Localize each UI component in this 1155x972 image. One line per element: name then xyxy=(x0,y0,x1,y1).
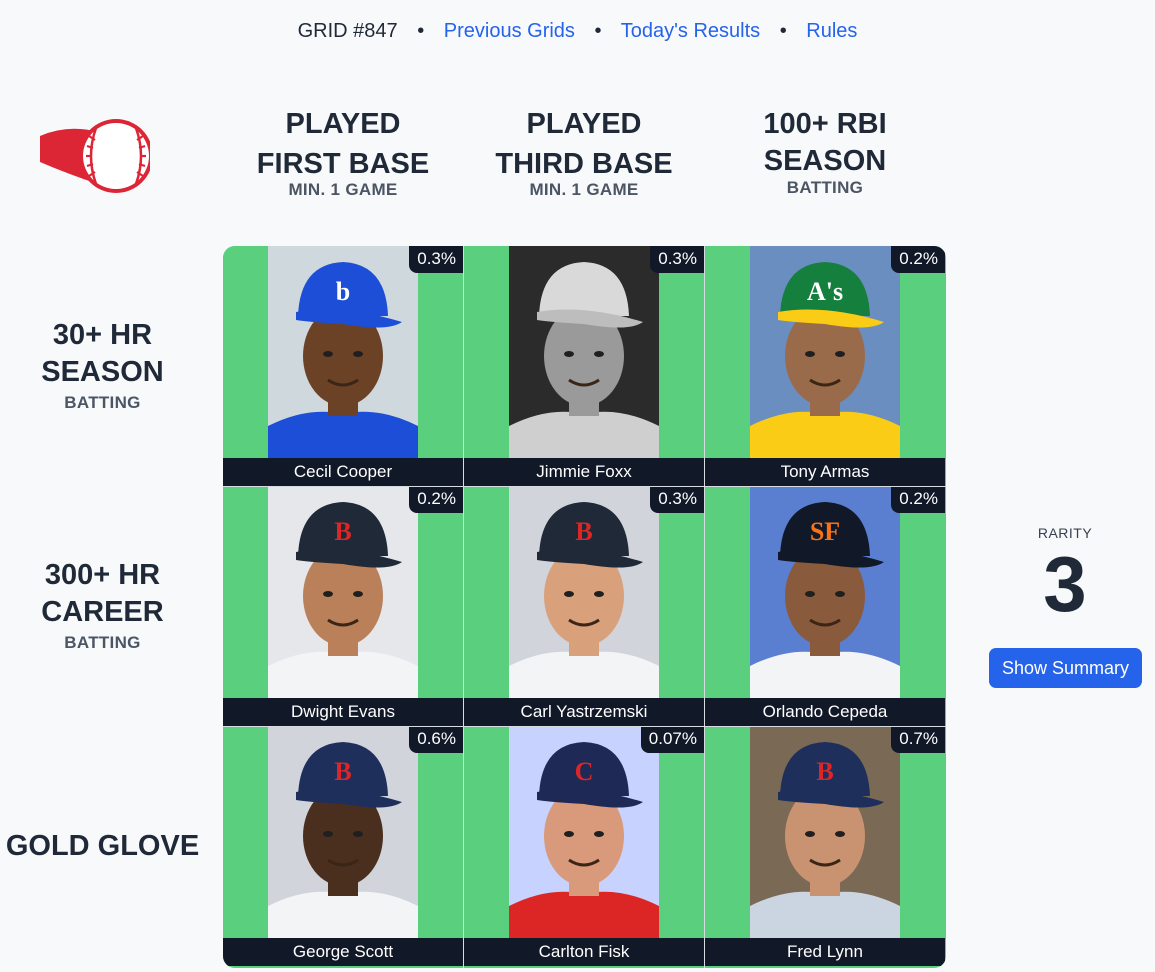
nav-separator: • xyxy=(594,20,602,42)
pick-percentage-badge: 0.6% xyxy=(409,726,463,753)
column-subtitle: BATTING xyxy=(786,178,864,197)
player-photo: B xyxy=(750,726,900,938)
player-name: Jimmie Foxx xyxy=(464,458,704,486)
top-nav: GRID #847 • Previous Grids • Today's Res… xyxy=(0,20,1155,43)
player-photo: C xyxy=(509,726,659,938)
grid-cell[interactable]: B 0.6% George Scott xyxy=(223,726,463,966)
column-title: SEASON xyxy=(763,145,887,177)
player-name: George Scott xyxy=(223,938,463,966)
baseball-flag-logo[interactable] xyxy=(38,114,156,198)
row-subtitle: BATTING xyxy=(64,633,141,652)
pick-percentage-badge: 0.2% xyxy=(891,246,945,273)
column-header-3: 100+ RBI SEASON BATTING xyxy=(705,106,945,198)
player-photo xyxy=(509,246,659,458)
grid-divider xyxy=(223,486,946,487)
cap-logo: B xyxy=(334,517,351,546)
todays-results-link[interactable]: Today's Results xyxy=(621,20,760,42)
rules-link[interactable]: Rules xyxy=(806,20,857,42)
row-title: GOLD GLOVE xyxy=(5,830,200,862)
player-name: Fred Lynn xyxy=(705,938,945,966)
player-photo: B xyxy=(268,726,418,938)
cap-logo: A's xyxy=(807,277,843,306)
player-name: Carlton Fisk xyxy=(464,938,704,966)
pick-percentage-badge: 0.3% xyxy=(650,246,704,273)
row-title: SEASON xyxy=(41,356,164,388)
player-photo: B xyxy=(268,486,418,698)
grid-cell[interactable]: B 0.7% Fred Lynn xyxy=(705,726,945,966)
column-title: FIRST BASE xyxy=(256,148,430,180)
rarity-panel: RARITY 3 xyxy=(985,525,1145,627)
pick-percentage-badge: 0.2% xyxy=(409,486,463,513)
show-summary-button[interactable]: Show Summary xyxy=(989,648,1142,688)
grid-number: GRID #847 xyxy=(297,20,398,42)
grid-divider xyxy=(463,246,464,968)
player-name: Tony Armas xyxy=(705,458,945,486)
nav-separator: • xyxy=(779,20,787,42)
row-title: CAREER xyxy=(41,596,164,628)
cap-logo: SF xyxy=(810,517,840,546)
pick-percentage-badge: 0.07% xyxy=(640,726,704,753)
player-name: Carl Yastrzemski xyxy=(464,698,704,726)
nav-separator: • xyxy=(417,20,425,42)
grid-divider xyxy=(704,246,705,968)
cap-logo: B xyxy=(334,757,351,786)
immaculate-grid: b 0.3% Cecil Cooper 0.3% Jimmie Foxx A's 0.2% T… xyxy=(223,246,946,968)
grid-cell[interactable]: B 0.2% Dwight Evans xyxy=(223,486,463,726)
previous-grids-link[interactable]: Previous Grids xyxy=(444,20,575,42)
row-header-3: GOLD GLOVE xyxy=(0,828,205,865)
grid-cell[interactable]: C 0.07% Carlton Fisk xyxy=(464,726,704,966)
pick-percentage-badge: 0.2% xyxy=(891,486,945,513)
column-header-1: PLAYED FIRST BASE MIN. 1 GAME xyxy=(223,104,463,200)
player-photo: SF xyxy=(750,486,900,698)
cap-logo: C xyxy=(575,757,594,786)
column-title: PLAYED xyxy=(526,108,642,140)
grid-cell[interactable]: A's 0.2% Tony Armas xyxy=(705,246,945,486)
column-title: 100+ RBI xyxy=(763,108,887,140)
row-header-1: 30+ HR SEASON BATTING xyxy=(0,317,205,413)
player-name: Orlando Cepeda xyxy=(705,698,945,726)
grid-cell[interactable]: b 0.3% Cecil Cooper xyxy=(223,246,463,486)
grid-cell[interactable]: B 0.3% Carl Yastrzemski xyxy=(464,486,704,726)
pick-percentage-badge: 0.7% xyxy=(891,726,945,753)
pick-percentage-badge: 0.3% xyxy=(409,246,463,273)
cap-logo: B xyxy=(575,517,592,546)
row-header-2: 300+ HR CAREER BATTING xyxy=(0,557,205,653)
column-header-2: PLAYED THIRD BASE MIN. 1 GAME xyxy=(464,104,704,200)
rarity-label: RARITY xyxy=(1037,525,1093,541)
row-subtitle: BATTING xyxy=(64,393,141,412)
player-photo: A's xyxy=(750,246,900,458)
grid-divider xyxy=(223,726,946,727)
column-title: PLAYED xyxy=(285,108,401,140)
cap-logo: B xyxy=(816,757,833,786)
grid-cell[interactable]: SF 0.2% Orlando Cepeda xyxy=(705,486,945,726)
rarity-score: 3 xyxy=(1043,540,1087,628)
row-title: 30+ HR xyxy=(52,319,153,351)
player-photo: B xyxy=(509,486,659,698)
player-name: Cecil Cooper xyxy=(223,458,463,486)
pick-percentage-badge: 0.3% xyxy=(650,486,704,513)
cap-logo: b xyxy=(336,277,350,306)
row-title: 300+ HR xyxy=(44,559,161,591)
column-title: THIRD BASE xyxy=(495,148,673,180)
player-photo: b xyxy=(268,246,418,458)
player-name: Dwight Evans xyxy=(223,698,463,726)
grid-cell[interactable]: 0.3% Jimmie Foxx xyxy=(464,246,704,486)
